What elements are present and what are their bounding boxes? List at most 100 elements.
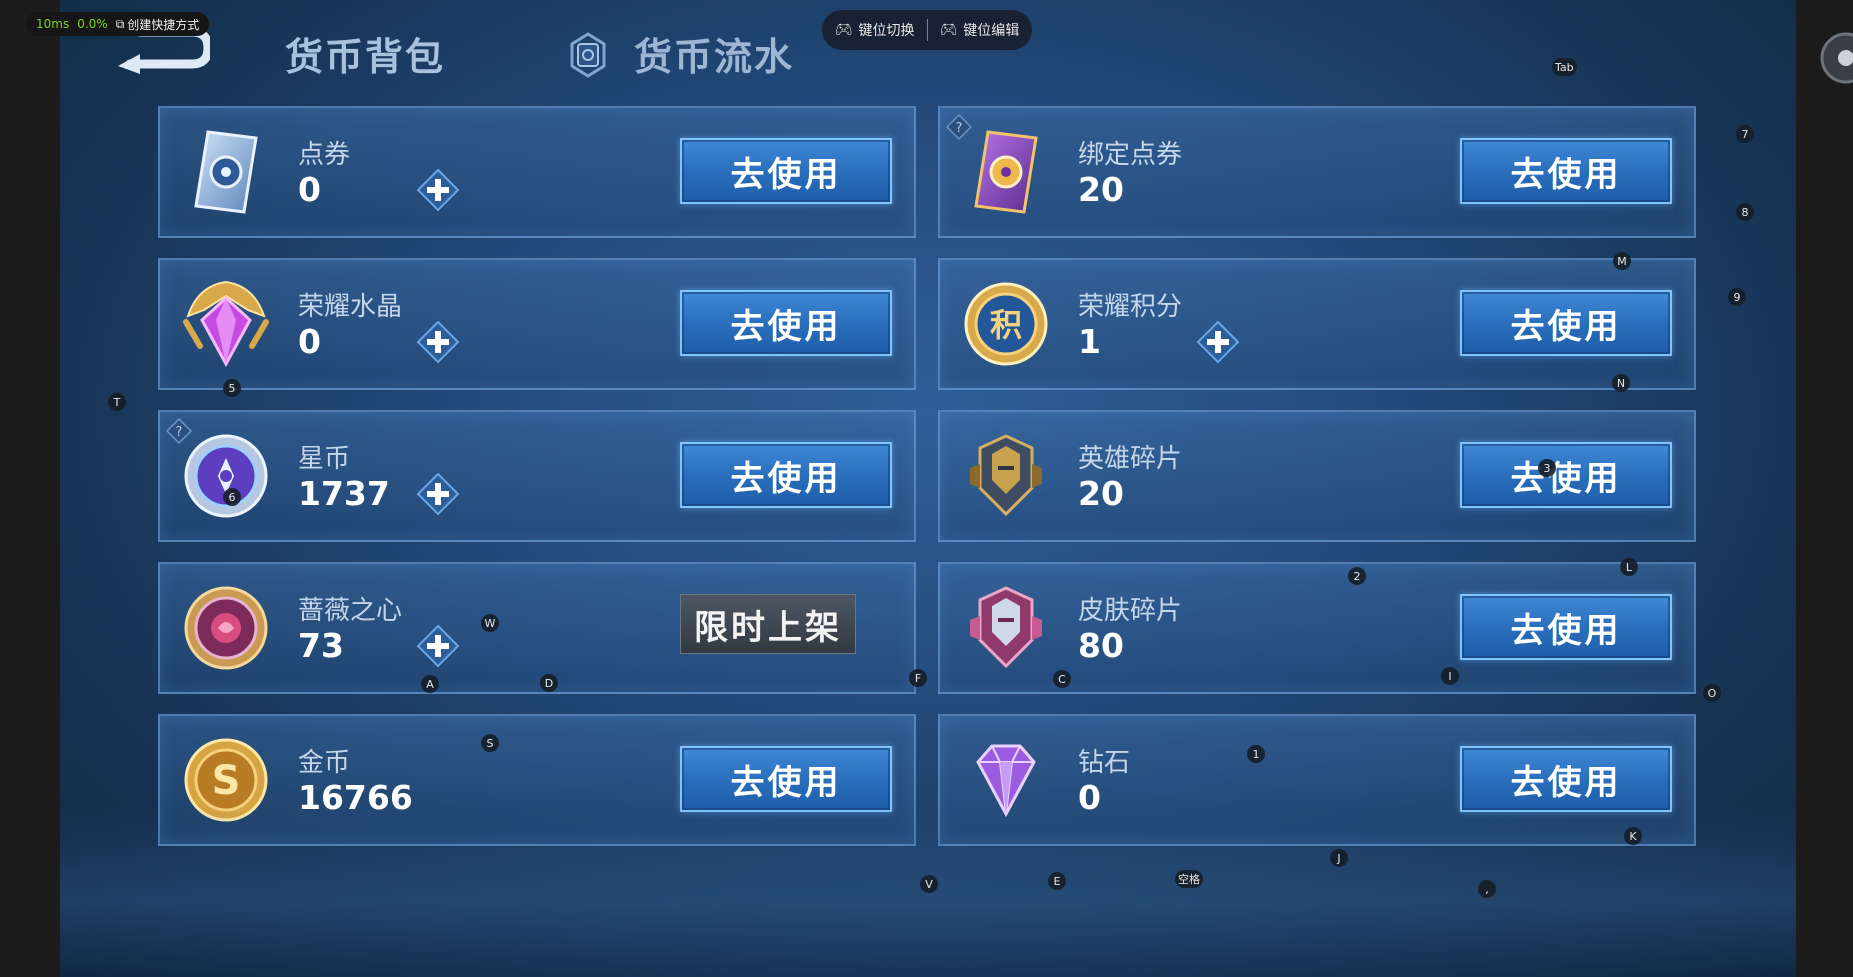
key-edit-label: 键位编辑 — [963, 23, 1020, 39]
create-shortcut-label: 创建快捷方式 — [127, 17, 200, 32]
key-hint: 9 — [1728, 288, 1746, 306]
key-hint: E — [1048, 872, 1066, 890]
svg-text:S: S — [212, 758, 241, 804]
currency-value: 20 — [1078, 170, 1124, 209]
key-hint: L — [1620, 558, 1638, 576]
create-shortcut-link[interactable]: ⧉ 创建快捷方式 — [116, 16, 200, 33]
hero-fragment-icon — [970, 434, 1042, 517]
currency-card-skin-fragment: 皮肤碎片 80 去使用 — [938, 562, 1696, 694]
key-hint: D — [540, 674, 558, 692]
currency-name: 英雄碎片 — [1078, 444, 1183, 474]
currency-name: 蔷薇之心 — [298, 596, 403, 626]
currency-card-star-coin: ? 星币 1737 去使用 — [158, 410, 916, 542]
key-hint: M — [1613, 252, 1631, 270]
crystal-icon — [183, 280, 269, 368]
currency-value: 73 — [298, 626, 344, 665]
key-edit-button[interactable]: 🎮︎ 键位编辑 — [940, 20, 1020, 40]
currency-name: 钻石 — [1078, 748, 1131, 778]
key-hint: T — [108, 393, 126, 411]
gold-coin-icon: S — [184, 738, 268, 822]
currency-card-honor-points: 积 荣耀积分 1 去使用 — [938, 258, 1696, 390]
key-hint: J — [1330, 849, 1348, 867]
use-button[interactable]: 去使用 — [1460, 442, 1672, 508]
use-button[interactable]: 去使用 — [680, 442, 892, 508]
key-hint: N — [1612, 374, 1630, 392]
currency-value: 0 — [298, 170, 321, 209]
currency-value: 20 — [1078, 474, 1124, 513]
shortcut-icon: ⧉ — [115, 16, 125, 31]
currency-value: 1737 — [298, 474, 390, 513]
key-switch-button[interactable]: 🎮︎ 键位切换 — [835, 20, 915, 40]
key-hint: 5 — [223, 379, 241, 397]
rose-heart-icon — [184, 586, 268, 670]
currency-name: 皮肤碎片 — [1078, 596, 1183, 626]
currency-value: 1 — [1078, 322, 1101, 361]
latency-text: 10ms — [36, 17, 70, 31]
gamepad-edit-icon: 🎮︎ — [939, 22, 958, 38]
toolbar-divider — [926, 19, 928, 41]
key-hint: 空格 — [1175, 870, 1203, 888]
currency-value: 16766 — [298, 778, 413, 817]
key-hint: Tab — [1552, 58, 1577, 76]
currency-value: 80 — [1078, 626, 1124, 665]
tab-currency-bag[interactable]: 货币背包 — [285, 26, 445, 81]
currency-name: 荣耀积分 — [1078, 292, 1183, 322]
key-hint: 8 — [1736, 203, 1754, 221]
key-hint: V — [920, 875, 938, 893]
key-hint: 7 — [1736, 125, 1754, 143]
key-hint: W — [481, 614, 499, 632]
use-button[interactable]: 去使用 — [1460, 746, 1672, 812]
use-button[interactable]: 去使用 — [680, 746, 892, 812]
key-hint: 6 — [223, 488, 241, 506]
key-hint: 2 — [1348, 567, 1366, 585]
currency-flow-icon — [570, 32, 606, 78]
currency-name: 金币 — [298, 748, 351, 778]
key-switch-label: 键位切换 — [858, 23, 915, 39]
loss-text: 0.0% — [77, 17, 108, 31]
add-icon[interactable] — [416, 320, 460, 364]
diamond-icon — [976, 744, 1036, 818]
key-hint: 3 — [1538, 459, 1556, 477]
add-icon[interactable] — [1196, 320, 1240, 364]
key-hint: A — [421, 675, 439, 693]
use-button[interactable]: 去使用 — [1460, 594, 1672, 660]
currency-name: 星币 — [298, 444, 351, 474]
svg-text:积: 积 — [990, 306, 1022, 344]
use-button[interactable]: 去使用 — [680, 290, 892, 356]
use-button[interactable]: 去使用 — [1460, 290, 1672, 356]
key-hint: 1 — [1247, 745, 1265, 763]
use-button[interactable]: 去使用 — [1460, 138, 1672, 204]
currency-name: 荣耀水晶 — [298, 292, 403, 322]
currency-card-diamond: 钻石 0 去使用 — [938, 714, 1696, 846]
add-icon[interactable] — [416, 168, 460, 212]
currency-card-hero-fragment: 英雄碎片 20 去使用 — [938, 410, 1696, 542]
key-hint: S — [481, 734, 499, 752]
add-icon[interactable] — [416, 472, 460, 516]
gamepad-icon: 🎮︎ — [834, 22, 853, 38]
limited-time-button[interactable]: 限时上架 — [680, 594, 856, 654]
currency-card-crystal: 荣耀水晶 0 去使用 — [158, 258, 916, 390]
key-hint: K — [1624, 827, 1642, 845]
game-screen: 货币背包 货币流水 点券 0 去使用 ? 绑定点券 20 去使用 荣耀水晶 0 … — [60, 0, 1796, 977]
purple-ticket-icon — [974, 130, 1038, 214]
key-hint: F — [909, 669, 927, 687]
currency-card-rose-heart: 蔷薇之心 73 限时上架 — [158, 562, 916, 694]
side-settings-icon[interactable] — [1818, 30, 1853, 86]
points-medal-icon: 积 — [964, 282, 1048, 366]
currency-value: 0 — [1078, 778, 1101, 817]
currency-card-bound-dianquan: ? 绑定点券 20 去使用 — [938, 106, 1696, 238]
key-hint: , — [1478, 880, 1496, 898]
performance-overlay: 10ms 0.0% ⧉ 创建快捷方式 — [26, 12, 210, 36]
currency-name: 绑定点券 — [1078, 140, 1183, 170]
currency-value: 0 — [298, 322, 321, 361]
currency-name: 点券 — [298, 140, 351, 170]
key-hint: O — [1703, 684, 1721, 702]
add-icon[interactable] — [416, 624, 460, 668]
skin-fragment-icon — [970, 586, 1042, 669]
use-button[interactable]: 去使用 — [680, 138, 892, 204]
ticket-icon — [194, 130, 258, 214]
key-hint: I — [1441, 667, 1459, 685]
currency-card-dianquan: 点券 0 去使用 — [158, 106, 916, 238]
tab-currency-flow[interactable]: 货币流水 — [634, 26, 794, 81]
currency-card-gold: S 金币 16766 去使用 — [158, 714, 916, 846]
